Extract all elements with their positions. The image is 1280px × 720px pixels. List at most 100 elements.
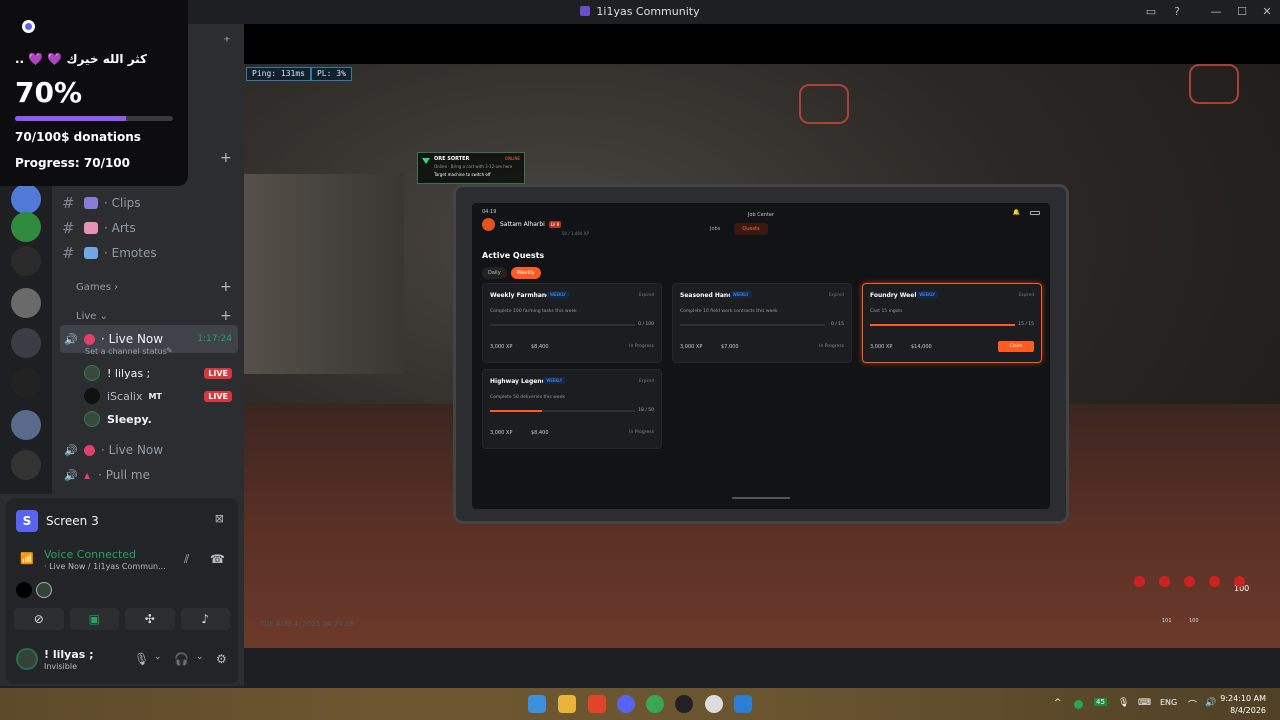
quest-reward: $8,400 <box>531 430 549 436</box>
quest-xp: 3,000 XP <box>490 430 513 436</box>
server-icon[interactable] <box>11 328 41 358</box>
maximize-button[interactable]: ☐ <box>1234 4 1250 20</box>
channel-status[interactable]: Set a channel status <box>85 347 167 356</box>
quest-progress-value: 15 / 15 <box>1018 322 1034 327</box>
player-name: Sattam Alharbi <box>500 221 545 228</box>
headphones-icon[interactable]: 🎧 <box>174 652 189 666</box>
screen-share-button[interactable]: ▣ <box>69 608 119 630</box>
emotes-emoji-icon <box>84 247 98 259</box>
tray-badge[interactable]: 45 <box>1094 698 1107 706</box>
soundboard-button[interactable]: ♪ <box>180 608 230 630</box>
avatar[interactable] <box>36 582 52 598</box>
file-explorer-icon[interactable] <box>558 695 576 713</box>
gear-icon[interactable]: ⚙ <box>216 652 227 666</box>
add-channel-icon[interactable]: + <box>220 308 232 324</box>
quest-card[interactable]: Highway Legend WEEKLY Expired Complete 50 d… <box>482 369 662 449</box>
avatar[interactable] <box>16 648 38 670</box>
server-icon[interactable] <box>11 246 41 276</box>
quest-state: In Progress <box>819 344 844 349</box>
quest-progress-fill <box>870 324 1015 326</box>
start-icon[interactable] <box>528 695 546 713</box>
server-icon[interactable] <box>11 368 41 398</box>
settings-icon[interactable] <box>705 695 723 713</box>
minimize-button[interactable]: — <box>1208 4 1224 20</box>
category-games[interactable]: Games › <box>76 282 118 293</box>
discord-icon[interactable] <box>617 695 635 713</box>
channel-arts[interactable]: # · Arts <box>62 218 136 238</box>
username[interactable]: ! lilyas ; <box>44 648 94 661</box>
channel-emotes[interactable]: # · Emotes <box>62 243 157 263</box>
voice-timer: 1:17:24 <box>197 334 232 344</box>
language-indicator[interactable]: ENG <box>1160 698 1177 707</box>
microphone-icon[interactable]: 🎙 <box>1118 698 1129 708</box>
voice-channel-path[interactable]: · Live Now / 1i1yas Commun... <box>44 562 166 571</box>
quest-xp: 3,000 XP <box>870 344 893 350</box>
tab-quests[interactable]: Quests <box>734 223 768 235</box>
quest-card[interactable]: Weekly Farmhand WEEKLY Expired Complete 100… <box>482 283 662 363</box>
clock[interactable]: 9:24:10 AM 8/4/2026 <box>1220 693 1266 717</box>
chrome-icon[interactable] <box>646 695 664 713</box>
quest-card[interactable]: Foundry Week WEEKLY Expired Cast 15 ingots 1… <box>862 283 1042 363</box>
keyboard-icon[interactable]: ⌨ <box>1138 698 1151 708</box>
voice-channel-pull-me[interactable]: 🔊 ▲ · Pull me <box>60 465 238 485</box>
add-channel-icon[interactable]: + <box>220 150 232 166</box>
claim-button[interactable]: Claim <box>998 341 1034 352</box>
quest-progress-bar <box>680 324 825 326</box>
quest-description: Complete 10 field work contracts this we… <box>680 309 778 314</box>
hash-icon: # <box>62 244 75 262</box>
category-live[interactable]: Live ⌄ <box>76 311 108 322</box>
wifi-icon[interactable]: ⌒ <box>1188 698 1197 711</box>
ore-sorter-panel: ORE SORTER ONLINE Online · Bring a cart … <box>417 152 525 184</box>
server-icon[interactable] <box>11 410 41 440</box>
filter-weekly[interactable]: Weekly <box>510 267 541 279</box>
voice-connected-status[interactable]: Voice Connected <box>44 548 136 561</box>
stream-name: Screen 3 <box>46 514 99 528</box>
microphone-icon[interactable]: 🎙 <box>134 652 149 666</box>
quest-expiry: Expired <box>1018 292 1034 297</box>
hud-label: 101 <box>1162 618 1172 624</box>
inbox-icon[interactable]: ▭ <box>1143 4 1159 20</box>
hash-icon: # <box>62 194 75 212</box>
quest-card[interactable]: Seasoned Hand WEEKLY Expired Complete 10 fi… <box>672 283 852 363</box>
filter-daily[interactable]: Daily <box>482 267 507 279</box>
voice-channel-live-now-2[interactable]: 🔊 · Live Now <box>60 440 238 460</box>
disconnect-icon[interactable]: ☎ <box>210 552 225 566</box>
vscode-icon[interactable] <box>734 695 752 713</box>
chevron-down-icon[interactable]: ⌄ <box>196 652 204 662</box>
add-channel-icon[interactable]: + <box>220 279 232 295</box>
quest-reward: $7,000 <box>721 344 739 350</box>
close-button[interactable]: ✕ <box>1259 4 1275 20</box>
help-icon[interactable]: ? <box>1169 4 1185 20</box>
github-icon[interactable] <box>675 695 693 713</box>
add-friend-icon[interactable]: ⁺ <box>219 34 235 50</box>
chevron-up-icon[interactable]: ^ <box>1054 698 1062 708</box>
camera-off-button[interactable]: ⊘ <box>14 608 64 630</box>
volume-icon[interactable]: 🔊 <box>1205 698 1216 708</box>
user-area: ! lilyas ; Invisible 🎙 ⌄ 🎧 ⌄ ⚙ <box>14 646 234 676</box>
stream-view[interactable]: Ping: 131ms PL: 3% ORE SORTER ONLINE Onl… <box>244 24 1280 648</box>
channel-clips[interactable]: # · Clips <box>62 193 141 213</box>
edit-icon[interactable]: ✎ <box>166 346 173 355</box>
activities-button[interactable]: ✣ <box>125 608 175 630</box>
quest-progress-bar <box>490 324 635 326</box>
stop-stream-icon[interactable]: ⊠ <box>215 512 224 525</box>
server-icon[interactable] <box>11 288 41 318</box>
server-icon[interactable] <box>11 450 41 480</box>
avatar <box>84 411 100 427</box>
voice-participant[interactable]: Sleepy. <box>84 409 238 429</box>
server-icon[interactable] <box>11 184 41 214</box>
tab-jobs[interactable]: Jobs <box>702 223 728 235</box>
quest-description: Complete 100 farming tasks this week <box>490 309 577 314</box>
server-icon[interactable] <box>11 212 41 242</box>
status-icon[interactable] <box>1074 700 1083 709</box>
voice-participant[interactable]: iScalix MT LIVE <box>84 386 238 406</box>
quest-reward: $8,400 <box>531 344 549 350</box>
packet-loss-value: PL: 3% <box>310 67 352 81</box>
voice-participant[interactable]: ! lilyas ; LIVE <box>84 363 238 383</box>
quest-description: Cast 15 ingots <box>870 309 903 314</box>
brave-icon[interactable] <box>588 695 606 713</box>
chevron-down-icon[interactable]: ⌄ <box>154 652 162 662</box>
noise-suppression-icon[interactable]: ⫽ <box>184 552 189 567</box>
avatar[interactable] <box>16 582 32 598</box>
donation-amount: 70/100$ donations <box>15 130 141 144</box>
